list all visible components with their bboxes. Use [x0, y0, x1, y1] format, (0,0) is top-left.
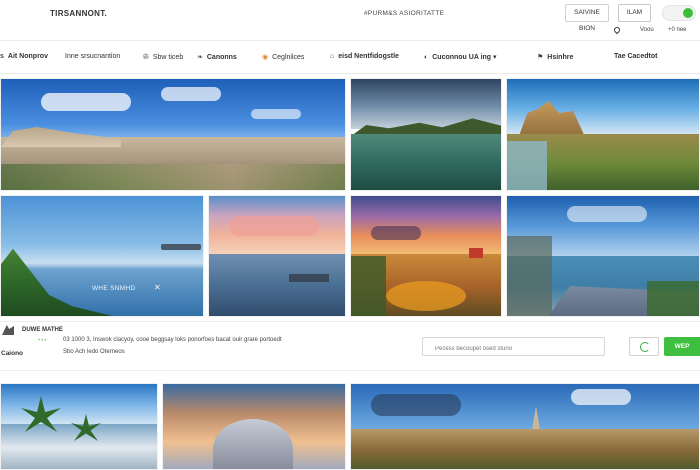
sign-in-button[interactable]: SAIVINE BION	[565, 4, 609, 32]
view-label[interactable]: Voou	[640, 27, 654, 33]
go-button[interactable]: WEP	[664, 337, 700, 356]
photo-city-coast[interactable]	[0, 78, 346, 191]
brand-logo-text[interactable]: TIRSANNONT.	[50, 9, 107, 18]
site-tagline: #PURM&S ASIORITATTE	[364, 10, 445, 17]
info-description: 03 1000 3, Inswok clacyoy, cooe beggsay …	[63, 337, 282, 343]
nav-item-3[interactable]: ✇ Sbw ticeb	[143, 53, 183, 61]
info-title: DUWE MATHE	[22, 327, 63, 333]
nav-item-7[interactable]: ◐ Cuconnou UA ing ▾	[424, 53, 497, 61]
options-dropdown[interactable]: +0 nee	[668, 27, 687, 33]
nav-icon: s	[0, 53, 4, 60]
photo-ancient-ruins[interactable]	[506, 78, 700, 191]
photo-palm-beach[interactable]	[0, 383, 158, 470]
flag-icon: ⚑	[537, 54, 544, 61]
theme-toggle[interactable]	[662, 5, 696, 21]
sign-up-button[interactable]: ILAM	[618, 4, 651, 22]
home-icon: ⌂	[330, 53, 335, 60]
photo-temple-city[interactable]	[350, 383, 700, 470]
nav-item-2[interactable]: Inne srsucnantion	[65, 53, 120, 60]
map-icon: ✇	[143, 54, 149, 61]
photo-ocean-cliff[interactable]	[0, 195, 204, 317]
photo-terrace-sea[interactable]	[506, 195, 700, 317]
sun-icon: ◉	[262, 54, 269, 61]
photo-overlay-caption: WHE SNMHD	[92, 285, 136, 292]
photo-lake-mountains[interactable]	[350, 78, 502, 191]
nav-item-5[interactable]: ◉ Ceglnilces	[262, 53, 304, 61]
nav-item-1[interactable]: s Ait Nonprov	[0, 53, 48, 60]
toggle-knob-icon	[683, 8, 693, 18]
close-icon[interactable]: ✕	[154, 283, 161, 292]
photo-sunset-pier[interactable]	[208, 195, 346, 317]
chevron-down-icon: ▾	[493, 54, 497, 61]
category-nav: s Ait Nonprov Inne srsucnantion ✇ Sbw tice…	[0, 40, 700, 74]
info-place[interactable]: Caiono	[1, 350, 23, 357]
search-input[interactable]	[422, 337, 605, 356]
globe-icon: ◐	[424, 54, 429, 61]
top-bar: TIRSANNONT. #PURM&S ASIORITATTE SAIVINE …	[0, 0, 700, 32]
nav-item-8[interactable]: ⚑ Hsinhre	[537, 53, 573, 61]
photo-observatory-dome[interactable]	[162, 383, 346, 470]
photo-garden-sunset[interactable]	[350, 195, 502, 317]
nav-item-4[interactable]: ❧ Canonns	[197, 53, 237, 61]
nav-item-6[interactable]: ⌂ eisd Nentfidogstle	[330, 53, 399, 60]
nav-item-9[interactable]: Tae Cacedtot	[614, 53, 657, 60]
leaf-icon: ❧	[197, 54, 203, 61]
refresh-button[interactable]	[629, 337, 659, 356]
refresh-icon	[640, 342, 650, 352]
info-subtext: Sbo Ach ledo Oterneos	[63, 349, 125, 355]
rating-dots-icon: •••	[38, 338, 48, 344]
